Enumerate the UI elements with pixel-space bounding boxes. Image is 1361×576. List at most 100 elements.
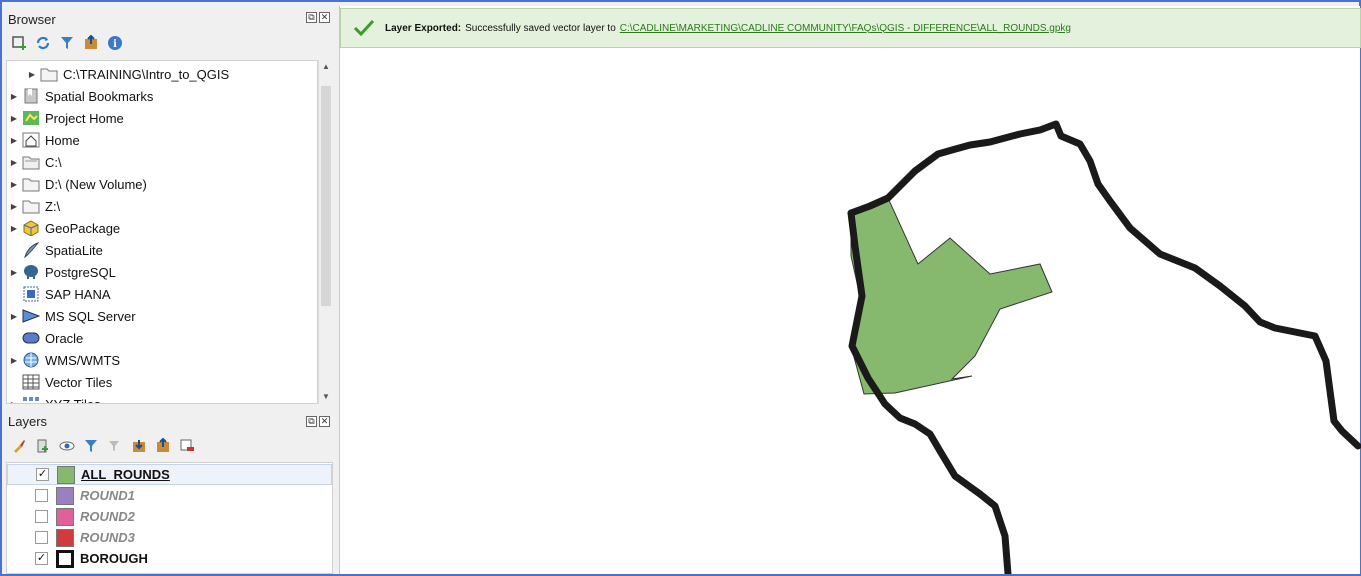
browser-item[interactable]: ▶ C:\TRAINING\Intro_to_QGIS [7,63,317,85]
manage-visibility-button[interactable] [58,437,76,455]
map-drawing [847,120,1361,574]
browser-item[interactable]: ▶ Z:\ [7,195,317,217]
scroll-up-arrow[interactable]: ▲ [319,60,333,74]
expand-arrow-icon[interactable]: ▶ [7,158,21,167]
message-text: Successfully saved vector layer to [465,22,616,34]
message-title: Layer Exported: [385,22,462,34]
browser-item-label: SAP HANA [45,286,111,302]
oracle-icon [21,329,41,347]
expand-arrow-icon[interactable]: ▶ [25,70,39,79]
layer-visibility-checkbox[interactable] [35,510,48,523]
expand-arrow-icon[interactable]: ▶ [7,92,21,101]
layer-item[interactable]: ROUND2 [7,506,332,527]
browser-item-label: MS SQL Server [45,308,136,324]
all-rounds-polygon[interactable] [850,197,1053,395]
style-button[interactable] [10,437,28,455]
browser-item-label: Oracle [45,330,84,346]
remove-layer-icon [180,439,194,451]
browser-item[interactable]: ▶ MS SQL Server [7,305,317,327]
add-group-button[interactable] [34,437,52,455]
layer-visibility-checkbox[interactable] [35,531,48,544]
browser-item-label: C:\ [45,154,62,170]
float-panel-button[interactable]: ⧉ [306,416,317,427]
collapse-icon [85,35,97,49]
expand-arrow-icon[interactable]: ▶ [7,400,21,404]
layer-visibility-checkbox[interactable] [35,489,48,502]
filter-legend-button[interactable] [82,437,100,455]
layer-visibility-checkbox[interactable]: ✓ [36,468,49,481]
collapse-icon [157,438,169,452]
browser-item[interactable]: ▶ D:\ (New Volume) [7,173,317,195]
browser-item[interactable]: ▶ Home [7,129,317,151]
filter-icon [85,440,97,452]
globe-icon [21,351,41,369]
qgis-window: Browser ⧉ ✕ i ▶ C:\TRAINING\Intro_to_QGIS… [0,0,1361,576]
layer-item[interactable]: ✓ BOROUGH [7,548,332,569]
checkmark-icon [353,19,375,37]
expand-arrow-icon[interactable]: ▶ [7,202,21,211]
close-panel-button[interactable]: ✕ [319,12,330,23]
layer-name: ROUND1 [80,488,135,503]
sap-hana-icon [21,285,41,303]
message-link[interactable]: C:\CADLINE\MARKETING\CADLINE COMMUNITY\F… [620,23,1071,34]
browser-scrollbar[interactable]: ▲ ▼ [318,60,332,404]
browser-item[interactable]: ▶ Project Home [7,107,317,129]
properties-button[interactable]: i [106,34,124,52]
add-selected-layers-button[interactable] [10,34,28,52]
spatialite-icon [21,241,41,259]
collapse-all-button[interactable] [82,34,100,52]
collapse-all-button[interactable] [154,437,172,455]
browser-item-label: GeoPackage [45,220,121,236]
browser-item[interactable]: ▶ XYZ Tiles [7,393,317,404]
close-panel-button[interactable]: ✕ [319,416,330,427]
add-group-icon [37,439,48,453]
browser-item[interactable]: SAP HANA [7,283,317,305]
expand-arrow-icon[interactable]: ▶ [7,356,21,365]
float-panel-button[interactable]: ⧉ [306,12,317,23]
browser-tree[interactable]: ▶ C:\TRAINING\Intro_to_QGIS ▶ Spatial Bookm… [6,60,318,404]
folder-icon [21,175,41,193]
mssql-icon [21,307,41,325]
layer-symbol-swatch [56,549,74,568]
expand-all-button[interactable] [130,437,148,455]
filter-expression-button[interactable] [106,437,124,455]
browser-item[interactable]: ▶ PostgreSQL [7,261,317,283]
browser-item[interactable]: ▶ C:\ [7,151,317,173]
refresh-button[interactable] [34,34,52,52]
expand-arrow-icon[interactable]: ▶ [7,268,21,277]
filter-button[interactable] [58,34,76,52]
expand-icon [133,440,145,452]
browser-item-label: Vector Tiles [45,374,113,390]
expand-arrow-icon[interactable]: ▶ [7,114,21,123]
browser-item-label: PostgreSQL [45,264,116,280]
postgresql-icon [21,263,41,281]
expand-arrow-icon[interactable]: ▶ [7,136,21,145]
layer-item[interactable]: ✓ ALL_ROUNDS [7,464,332,485]
layer-item[interactable]: ROUND3 [7,527,332,548]
browser-item[interactable]: SpatiaLite [7,239,317,261]
scroll-down-arrow[interactable]: ▼ [319,390,333,404]
browser-item[interactable]: ▶ GeoPackage [7,217,317,239]
map-canvas[interactable]: Layer Exported: Successfully saved vecto… [339,6,1361,574]
remove-layer-button[interactable] [178,437,196,455]
browser-item[interactable]: ▶ Spatial Bookmarks [7,85,317,107]
browser-item[interactable]: Vector Tiles [7,371,317,393]
expand-arrow-icon[interactable]: ▶ [7,312,21,321]
layers-toolbar [10,435,196,457]
expand-arrow-icon[interactable]: ▶ [7,180,21,189]
layer-item[interactable]: ROUND1 [7,485,332,506]
folder-icon [39,65,59,83]
layer-visibility-checkbox[interactable]: ✓ [35,552,48,565]
browser-item[interactable]: ▶ WMS/WMTS [7,349,317,371]
browser-panel-controls: ⧉ ✕ [306,12,330,23]
expand-arrow-icon[interactable]: ▶ [7,224,21,233]
message-bar: Layer Exported: Successfully saved vecto… [340,8,1361,48]
layer-name: ROUND3 [80,530,135,545]
bookmark-icon [21,87,41,105]
scroll-thumb[interactable] [321,86,331,306]
info-icon: i [108,36,122,50]
browser-item-label: SpatiaLite [45,242,103,258]
browser-item[interactable]: Oracle [7,327,317,349]
browser-toolbar: i [10,32,124,54]
layers-list[interactable]: ✓ ALL_ROUNDS ROUND1 ROUND2 ROUND3 ✓ BOROUGH [6,462,333,574]
